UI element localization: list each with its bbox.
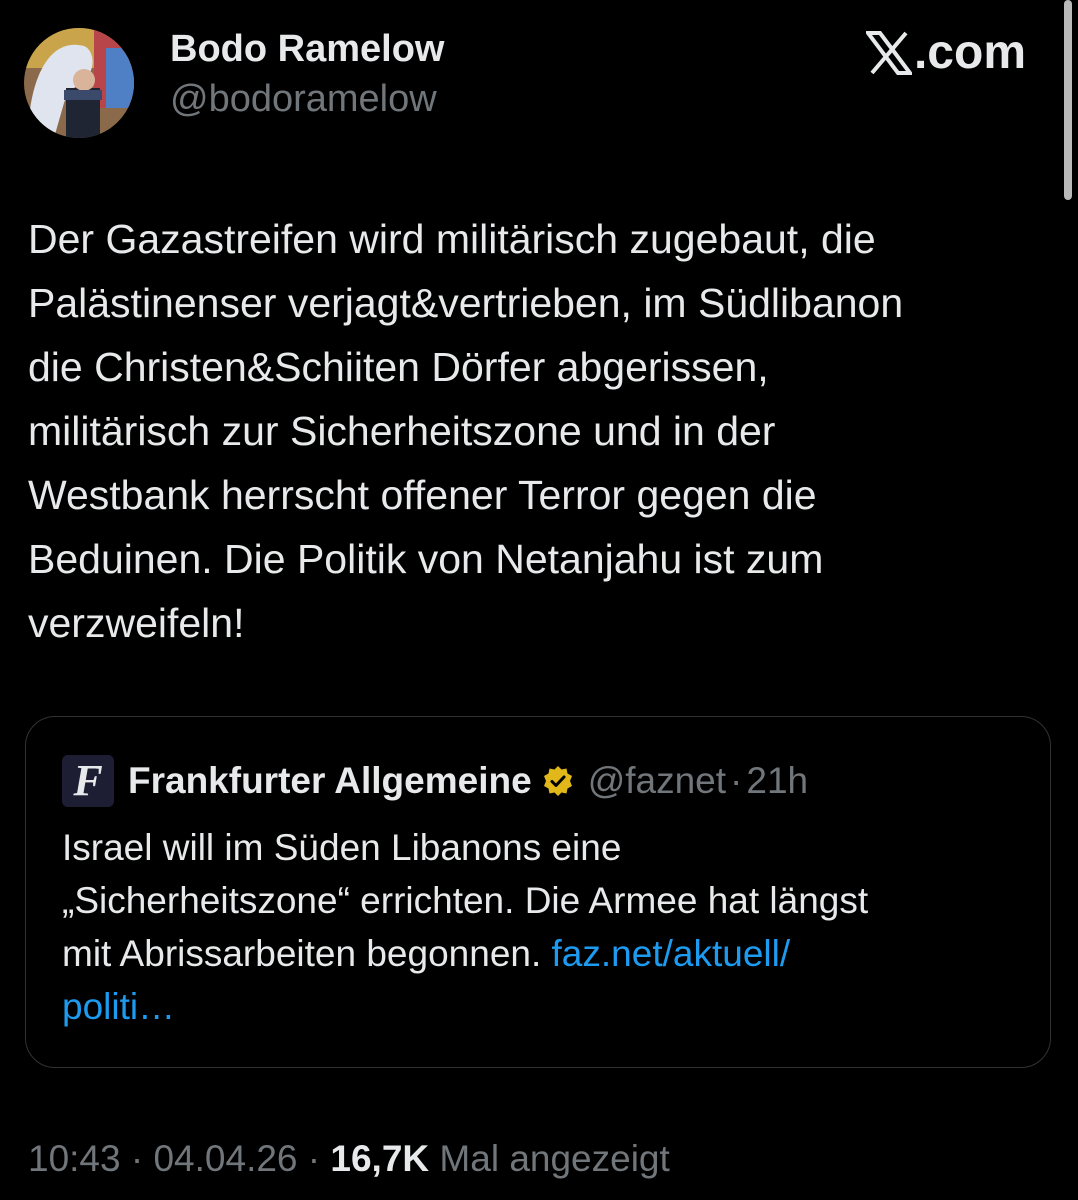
tweet-text: Der Gazastreifen wird militärisch zugeba… — [28, 216, 904, 646]
quoted-tweet-line: Israel will im Süden Libanons eine — [62, 827, 622, 868]
tweet-time[interactable]: 10:43 — [28, 1138, 121, 1179]
views-count: 16,7K — [330, 1138, 430, 1179]
quoted-tweet-line-text: mit Abrissarbeiten begonnen. — [62, 933, 552, 974]
separator-dot: · — [730, 760, 743, 801]
author-avatar[interactable] — [24, 28, 134, 138]
tweet-meta: 10:43 · 04.04.26 · 16,7K Mal angezeigt — [28, 1138, 670, 1180]
site-logo-text: .com — [913, 26, 1026, 79]
site-logo: .com — [865, 26, 1026, 80]
article-link[interactable]: faz.net/aktuell/ — [552, 933, 791, 974]
quoted-tweet-card[interactable]: F Frankfurter Allgemeine @faznet · 21h I… — [25, 716, 1051, 1068]
gold-verified-badge-icon — [542, 765, 574, 797]
quoted-account-avatar[interactable]: F — [62, 755, 114, 807]
author-handle[interactable]: @bodoramelow — [170, 78, 437, 121]
article-link-continuation[interactable]: politi… — [62, 980, 1022, 1033]
separator-dot: · — [130, 1138, 144, 1179]
tweet-date[interactable]: 04.04.26 — [153, 1138, 297, 1179]
quoted-tweet-line: mit Abrissarbeiten begonnen. faz.net/akt… — [62, 927, 1022, 980]
quoted-tweet-time[interactable]: 21h — [746, 760, 808, 802]
quoted-tweet-text: Israel will im Süden Libanons eine „Sich… — [62, 821, 1022, 1033]
quoted-tweet-line: „Sicherheitszone“ errichten. Die Armee h… — [62, 880, 869, 921]
separator-dot: · — [307, 1138, 321, 1179]
scrollbar[interactable] — [1064, 0, 1072, 200]
quoted-account-handle[interactable]: @faznet — [588, 760, 726, 802]
quoted-account-name[interactable]: Frankfurter Allgemeine — [128, 760, 532, 802]
author-name[interactable]: Bodo Ramelow — [170, 28, 444, 71]
quoted-tweet-header: Frankfurter Allgemeine @faznet · 21h — [128, 755, 808, 807]
x-logo-icon — [865, 31, 912, 75]
views-label: Mal angezeigt — [439, 1138, 670, 1179]
